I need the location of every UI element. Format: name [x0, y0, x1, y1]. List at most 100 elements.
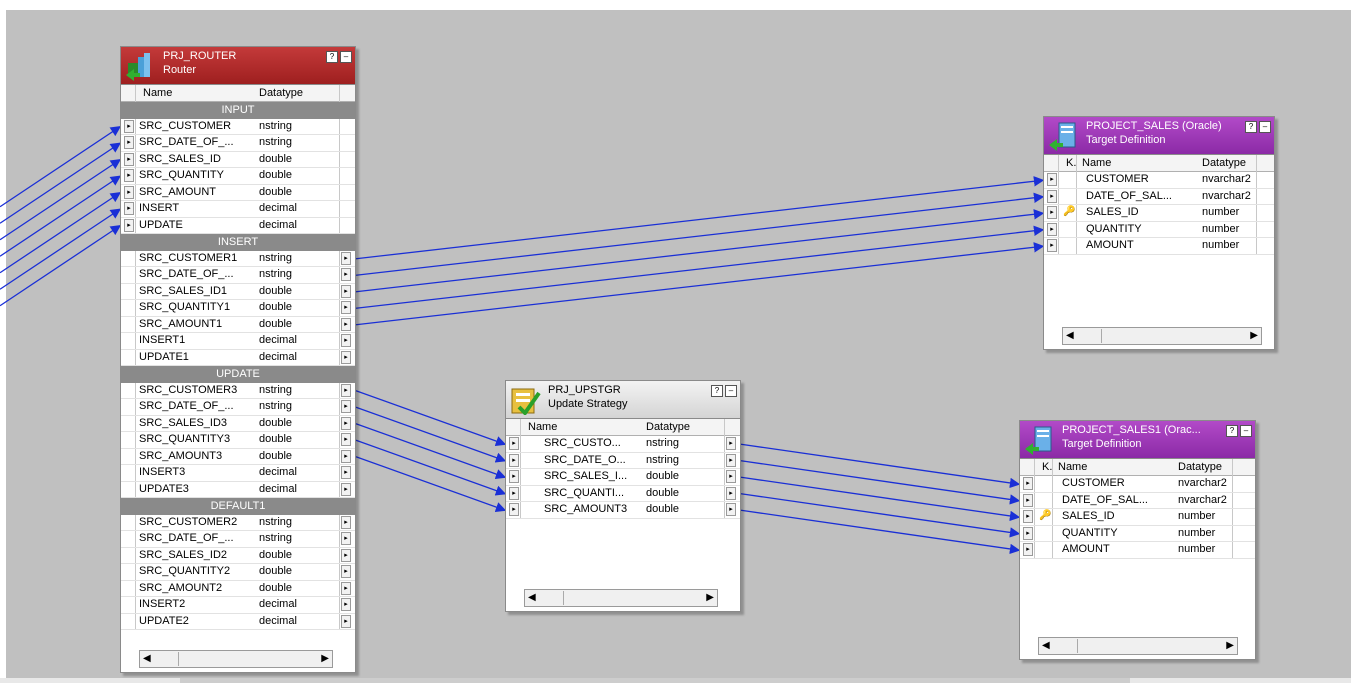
port-row[interactable]: ▸ SRC_DATE_O... nstring ▸: [506, 453, 740, 469]
output-port-icon[interactable]: ▸: [341, 301, 351, 314]
input-port-icon[interactable]: ▸: [124, 152, 134, 166]
input-port-icon[interactable]: ▸: [509, 453, 519, 467]
port-row[interactable]: INSERT2 decimal ▸: [121, 597, 355, 614]
input-port-icon[interactable]: ▸: [124, 202, 134, 215]
key-column-header[interactable]: K.: [1066, 157, 1076, 169]
datatype-column-header[interactable]: Datatype: [1178, 461, 1222, 473]
output-port-icon[interactable]: ▸: [726, 453, 736, 467]
port-row[interactable]: UPDATE3 decimal ▸: [121, 482, 355, 498]
help-button[interactable]: ?: [326, 51, 338, 63]
port-row[interactable]: ▸ SRC_CUSTO... nstring ▸: [506, 436, 740, 453]
port-row[interactable]: SRC_DATE_OF_... nstring ▸: [121, 399, 355, 416]
output-port-icon[interactable]: ▸: [341, 614, 351, 628]
port-row[interactable]: ▸ INSERT decimal: [121, 201, 355, 218]
update-strategy-transformation[interactable]: PRJ_UPSTGR Update Strategy ? – Name Datat…: [505, 380, 741, 612]
output-port-icon[interactable]: ▸: [726, 503, 736, 516]
scroll-left-icon[interactable]: ◀: [1042, 640, 1050, 651]
input-port-icon[interactable]: ▸: [1023, 543, 1033, 556]
target-scrollbar[interactable]: ◀ ▶: [1062, 327, 1262, 345]
scroll-left-icon[interactable]: ◀: [1066, 330, 1074, 341]
input-port-icon[interactable]: ▸: [124, 169, 134, 182]
update-strategy-scrollbar[interactable]: ◀ ▶: [524, 589, 718, 607]
output-port-icon[interactable]: ▸: [341, 268, 351, 281]
scroll-thumb[interactable]: [1059, 639, 1078, 653]
port-row[interactable]: SRC_QUANTITY2 double ▸: [121, 564, 355, 581]
output-port-icon[interactable]: ▸: [341, 251, 351, 265]
key-column-header[interactable]: K.: [1042, 461, 1052, 473]
port-row[interactable]: ▸ SRC_CUSTOMER nstring: [121, 119, 355, 135]
input-port-icon[interactable]: ▸: [509, 437, 519, 450]
router-scrollbar[interactable]: ◀ ▶: [139, 650, 333, 668]
minimize-button[interactable]: –: [1259, 121, 1271, 133]
port-row[interactable]: SRC_CUSTOMER3 nstring ▸: [121, 383, 355, 399]
horizontal-scrollbar[interactable]: [0, 678, 1351, 683]
scroll-thumb[interactable]: [160, 652, 179, 666]
scroll-right-icon[interactable]: ▶: [1226, 640, 1234, 651]
port-row[interactable]: ▸ SRC_AMOUNT3 double ▸: [506, 502, 740, 519]
scroll-thumb[interactable]: [545, 591, 564, 605]
input-port-icon[interactable]: ▸: [124, 119, 134, 133]
input-port-icon[interactable]: ▸: [1023, 510, 1033, 523]
target-header[interactable]: PROJECT_SALES (Oracle) Target Definition…: [1044, 117, 1274, 155]
output-port-icon[interactable]: ▸: [726, 470, 736, 483]
port-row[interactable]: ▸ SRC_SALES_ID double: [121, 152, 355, 168]
port-row[interactable]: ▸ SRC_QUANTITY double: [121, 168, 355, 185]
target-header[interactable]: PROJECT_SALES1 (Orac... Target Definitio…: [1020, 421, 1255, 459]
minimize-button[interactable]: –: [340, 51, 352, 63]
output-port-icon[interactable]: ▸: [341, 515, 351, 529]
port-row[interactable]: ▸ SRC_DATE_OF_... nstring: [121, 135, 355, 152]
port-row[interactable]: SRC_DATE_OF_... nstring ▸: [121, 267, 355, 284]
help-button[interactable]: ?: [711, 385, 723, 397]
port-row[interactable]: SRC_AMOUNT2 double ▸: [121, 581, 355, 597]
router-header[interactable]: PRJ_ROUTER Router ? –: [121, 47, 355, 85]
update-strategy-header[interactable]: PRJ_UPSTGR Update Strategy ? –: [506, 381, 740, 419]
output-port-icon[interactable]: ▸: [341, 581, 351, 595]
port-row[interactable]: INSERT3 decimal ▸: [121, 465, 355, 482]
port-row[interactable]: SRC_CUSTOMER2 nstring ▸: [121, 515, 355, 531]
port-row[interactable]: ▸ SRC_SALES_I... double ▸: [506, 469, 740, 486]
output-port-icon[interactable]: ▸: [341, 416, 351, 430]
output-port-icon[interactable]: ▸: [341, 482, 351, 496]
port-row[interactable]: UPDATE2 decimal ▸: [121, 614, 355, 630]
output-port-icon[interactable]: ▸: [341, 284, 351, 298]
input-port-icon[interactable]: ▸: [124, 136, 134, 149]
output-port-icon[interactable]: ▸: [341, 317, 351, 331]
output-port-icon[interactable]: ▸: [341, 433, 351, 446]
port-row[interactable]: ▸ 🔑 SALES_ID number: [1044, 205, 1274, 222]
target-project-sales1[interactable]: PROJECT_SALES1 (Orac... Target Definitio…: [1019, 420, 1256, 660]
scroll-left-icon[interactable]: ◀: [528, 592, 536, 603]
port-row[interactable]: SRC_SALES_ID2 double ▸: [121, 548, 355, 564]
scroll-right-icon[interactable]: ▶: [1250, 330, 1258, 341]
help-button[interactable]: ?: [1245, 121, 1257, 133]
name-column-header[interactable]: Name: [528, 421, 557, 433]
port-row[interactable]: SRC_SALES_ID3 double ▸: [121, 416, 355, 432]
port-row[interactable]: ▸ QUANTITY number: [1020, 526, 1255, 542]
port-row[interactable]: ▸ SRC_QUANTI... double ▸: [506, 486, 740, 502]
port-row[interactable]: ▸ SRC_AMOUNT double: [121, 185, 355, 201]
datatype-column-header[interactable]: Datatype: [1202, 157, 1246, 169]
input-port-icon[interactable]: ▸: [1023, 477, 1033, 490]
output-port-icon[interactable]: ▸: [341, 466, 351, 479]
name-column-header[interactable]: Name: [1082, 157, 1111, 169]
name-column-header[interactable]: Name: [1058, 461, 1087, 473]
scroll-thumb[interactable]: [1083, 329, 1102, 343]
datatype-column-header[interactable]: Datatype: [259, 87, 303, 99]
port-row[interactable]: ▸ AMOUNT number: [1044, 238, 1274, 255]
input-port-icon[interactable]: ▸: [1047, 189, 1057, 203]
port-row[interactable]: ▸ DATE_OF_SAL... nvarchar2: [1044, 189, 1274, 205]
minimize-button[interactable]: –: [725, 385, 737, 397]
help-button[interactable]: ?: [1226, 425, 1238, 437]
port-row[interactable]: SRC_SALES_ID1 double ▸: [121, 284, 355, 300]
name-column-header[interactable]: Name: [143, 87, 172, 99]
port-row[interactable]: SRC_AMOUNT1 double ▸: [121, 317, 355, 333]
output-port-icon[interactable]: ▸: [341, 532, 351, 545]
input-port-icon[interactable]: ▸: [1023, 526, 1033, 540]
input-port-icon[interactable]: ▸: [1047, 239, 1057, 252]
input-port-icon[interactable]: ▸: [1023, 493, 1033, 507]
port-row[interactable]: ▸ 🔑 SALES_ID number: [1020, 509, 1255, 526]
port-row[interactable]: SRC_QUANTITY3 double ▸: [121, 432, 355, 449]
scrollbar-thumb[interactable]: [180, 678, 1130, 683]
port-row[interactable]: SRC_QUANTITY1 double ▸: [121, 300, 355, 317]
output-port-icon[interactable]: ▸: [341, 598, 351, 611]
input-port-icon[interactable]: ▸: [1047, 222, 1057, 236]
